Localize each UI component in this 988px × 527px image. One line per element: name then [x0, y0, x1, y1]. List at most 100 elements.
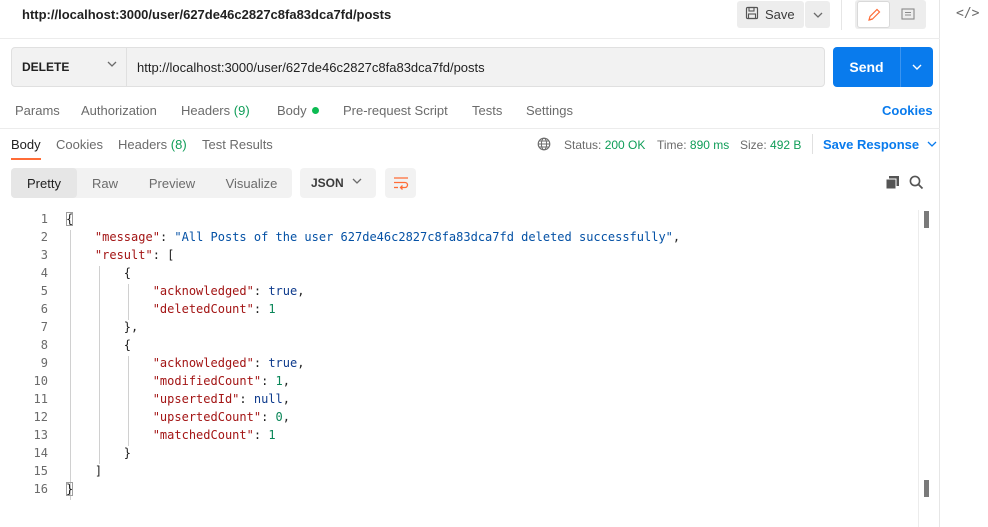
scrollbar-marker[interactable] — [924, 211, 929, 228]
code-line: "acknowledged": true, — [152, 356, 305, 370]
code-line: { — [66, 338, 132, 352]
tab-params[interactable]: Params — [15, 103, 60, 118]
request-title[interactable]: http://localhost:3000/user/627de46c2827c… — [22, 7, 391, 22]
response-size[interactable]: Size: 492 B — [740, 138, 801, 152]
time-value: 890 ms — [689, 138, 730, 152]
code-line: "deletedCount": 1 — [152, 302, 276, 316]
json-key: "message" — [94, 230, 160, 244]
code-line: "result": [ — [94, 248, 175, 262]
save-icon — [745, 6, 759, 23]
documentation-mode-button[interactable] — [892, 1, 924, 28]
format-label: JSON — [311, 176, 344, 190]
response-tab-body[interactable]: Body — [11, 137, 41, 152]
line-number: 1 — [40, 212, 48, 226]
code-line: "modifiedCount": 1, — [152, 374, 290, 388]
active-tab-indicator — [11, 158, 41, 160]
line-number: 11 — [33, 392, 48, 406]
tab-authorization[interactable]: Authorization — [81, 103, 157, 118]
edit-mode-button[interactable] — [857, 1, 890, 28]
save-response-label: Save Response — [823, 137, 920, 152]
code-line: { — [66, 212, 74, 226]
code-line: } — [66, 446, 132, 460]
response-body-viewer[interactable]: 1 2 3 4 5 6 7 8 9 10 11 12 13 14 15 16 {… — [0, 210, 920, 510]
json-key: "deletedCount" — [152, 302, 254, 316]
response-time[interactable]: Time: 890 ms — [657, 138, 729, 152]
postman-request-panel: http://localhost:3000/user/627de46c2827c… — [0, 0, 940, 527]
right-sidebar — [941, 0, 988, 527]
tab-body-label: Body — [277, 103, 307, 118]
json-key: "matchedCount" — [152, 428, 254, 442]
line-number: 3 — [40, 248, 48, 262]
pencil-icon — [867, 8, 880, 21]
wrap-lines-button[interactable] — [385, 168, 416, 198]
divider — [812, 134, 813, 154]
view-pretty[interactable]: Pretty — [11, 168, 77, 198]
method-select[interactable]: DELETE — [12, 48, 127, 86]
bracket-highlight: { — [66, 212, 74, 226]
response-tab-headers-count: (8) — [170, 137, 187, 152]
save-response-button[interactable]: Save Response — [823, 137, 937, 152]
tab-settings[interactable]: Settings — [526, 103, 573, 118]
copy-icon[interactable] — [885, 175, 900, 193]
chevron-down-icon — [813, 12, 822, 18]
tab-body[interactable]: Body — [277, 103, 319, 118]
json-number: 1 — [275, 374, 283, 388]
tab-pre-request-script[interactable]: Pre-request Script — [343, 103, 448, 118]
json-null: null — [253, 392, 283, 406]
status-value: 200 OK — [604, 138, 646, 152]
code-snippet-icon[interactable]: </> — [956, 6, 979, 21]
cookies-link[interactable]: Cookies — [882, 103, 933, 118]
save-options-button[interactable] — [805, 1, 830, 28]
tab-headers-label: Headers — [181, 103, 231, 118]
line-number: 10 — [33, 374, 48, 388]
response-status[interactable]: Status: 200 OK — [564, 138, 645, 152]
code-line: "upsertedId": null, — [152, 392, 290, 406]
method-label: DELETE — [22, 60, 70, 74]
line-number: 7 — [40, 320, 48, 334]
line-number: 2 — [40, 230, 48, 244]
wrap-lines-icon — [393, 177, 408, 190]
request-title-bar: http://localhost:3000/user/627de46c2827c… — [0, 0, 940, 30]
scrollbar-marker[interactable] — [924, 480, 929, 497]
line-number: 12 — [33, 410, 48, 424]
code-line: } — [66, 482, 74, 496]
json-boolean: true — [268, 356, 298, 370]
json-boolean: true — [268, 284, 298, 298]
tab-headers[interactable]: Headers (9) — [181, 103, 250, 118]
globe-icon[interactable] — [537, 137, 551, 154]
search-icon[interactable] — [909, 175, 924, 193]
tab-tests[interactable]: Tests — [472, 103, 502, 118]
code-line: "message": "All Posts of the user 627de4… — [94, 230, 681, 244]
size-value: 492 B — [770, 138, 802, 152]
line-number: 14 — [33, 446, 48, 460]
view-visualize[interactable]: Visualize — [211, 168, 292, 198]
chevron-down-icon — [107, 61, 117, 67]
send-options-button[interactable] — [901, 47, 933, 87]
response-tab-headers[interactable]: Headers (8) — [118, 137, 187, 152]
size-label: Size: — [740, 138, 767, 152]
json-number: 1 — [268, 428, 276, 442]
code-line: ] — [66, 464, 103, 478]
line-number: 6 — [40, 302, 48, 316]
json-key: "acknowledged" — [152, 284, 254, 298]
save-label: Save — [765, 7, 795, 22]
view-preview[interactable]: Preview — [133, 168, 211, 198]
send-button[interactable]: Send — [833, 47, 900, 87]
time-label: Time: — [657, 138, 687, 152]
format-select[interactable]: JSON — [300, 168, 376, 198]
response-tab-test-results[interactable]: Test Results — [202, 137, 273, 152]
code-line: }, — [66, 320, 139, 334]
response-tab-cookies[interactable]: Cookies — [56, 137, 103, 152]
line-number: 9 — [40, 356, 48, 370]
chevron-down-icon — [912, 64, 922, 70]
save-button[interactable]: Save — [737, 1, 804, 28]
code-line: "upsertedCount": 0, — [152, 410, 290, 424]
url-input[interactable] — [137, 49, 817, 85]
code-line: "acknowledged": true, — [152, 284, 305, 298]
view-raw[interactable]: Raw — [77, 168, 133, 198]
chevron-down-icon — [352, 178, 362, 184]
json-key: "modifiedCount" — [152, 374, 262, 388]
json-key: "result" — [94, 248, 153, 262]
divider — [0, 38, 940, 39]
divider — [0, 128, 940, 129]
